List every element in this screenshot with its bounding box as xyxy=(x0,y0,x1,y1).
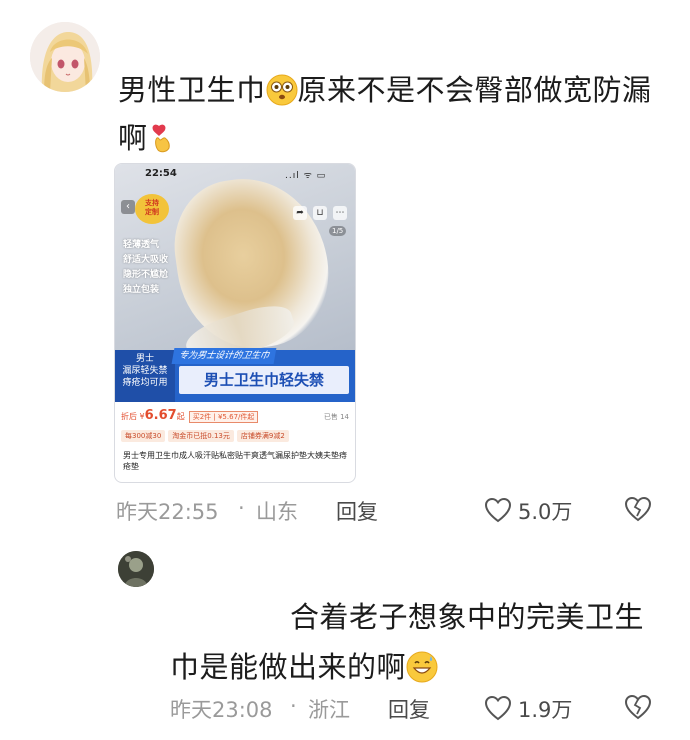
broken-heart-icon xyxy=(624,694,652,720)
dark-photo-avatar-icon xyxy=(118,551,154,587)
badge-line2: 定制 xyxy=(145,208,159,216)
dislike-button[interactable] xyxy=(624,694,654,722)
back-arrow-icon: ‹ xyxy=(121,200,135,214)
heart-outline-icon xyxy=(484,695,512,721)
product-top-icons: ➦ ⊔ ⋯ xyxy=(287,200,347,220)
price-promo: 买2件 | ¥5.67/件起 xyxy=(188,411,259,423)
like-count: 5.0万 xyxy=(518,500,573,524)
coupon-row: 每300减30 淘金币已抵0.13元 店铺券满9减2 xyxy=(121,430,351,444)
finger-heart-emoji-icon xyxy=(148,120,180,153)
price-row: 折后 ¥6.67起 买2件 | ¥5.67/件起 xyxy=(121,408,349,424)
feature-item: 独立包装 xyxy=(123,285,160,295)
feature-item: 轻薄透气 xyxy=(123,240,160,250)
status-time: 22:54 xyxy=(145,168,177,179)
sold-count: 已售 14 xyxy=(323,413,349,421)
separator-dot: · xyxy=(238,496,245,520)
price-value: 6.67 xyxy=(144,408,177,423)
signal-wifi-battery-icon: ..ıl ᯤ ▭ xyxy=(285,171,327,181)
share-icon: ➦ xyxy=(293,206,307,220)
comment-text: 男性卫生巾 原来不是不会臀部做宽防漏啊 xyxy=(118,66,658,162)
feature-list: 轻薄透气 舒适大吸收 隐形不尴尬 独立包装 xyxy=(123,238,168,298)
comment-text-part1: 男性卫生巾 xyxy=(118,73,266,107)
comment-location: 山东 xyxy=(256,500,298,524)
side-tag: 痔疮均可用 xyxy=(122,378,168,388)
side-tag: 男士 xyxy=(135,354,154,364)
commenter-avatar[interactable] xyxy=(30,22,100,92)
reply-button[interactable]: 回复 xyxy=(388,694,430,724)
coupon: 店铺券满9减2 xyxy=(236,430,289,442)
custom-support-badge: 支持 定制 xyxy=(135,194,169,224)
separator-dot: · xyxy=(290,694,297,718)
comment-text-line2-text: 巾是能做出来的啊 xyxy=(170,650,407,684)
reply-button[interactable]: 回复 xyxy=(336,496,378,526)
price-suffix: 起 xyxy=(176,412,185,421)
product-title: 男士专用卫生巾成人吸汗贴私密贴干爽透气漏尿护垫大姨夫垫痔疮垫 xyxy=(123,451,347,471)
heart-outline-icon xyxy=(484,497,512,523)
like-button[interactable]: 1.9万 xyxy=(484,694,604,724)
dizzy-face-emoji-icon xyxy=(266,72,298,106)
grinning-sweat-emoji-icon xyxy=(406,651,438,683)
promo-side-tags: 男士 漏尿轻失禁 痔疮均可用 xyxy=(115,350,175,402)
badge-line1: 支持 xyxy=(145,199,159,207)
feature-item: 舒适大吸收 xyxy=(123,255,169,265)
product-screenshot-image[interactable]: 22:54 ..ıl ᯤ ▭ ‹ 支持 定制 ➦ ⊔ ⋯ 1/5 轻薄透气 舒适大吸… xyxy=(114,163,356,483)
comment-text-line2: 巾是能做出来的啊 xyxy=(170,644,438,686)
more-icon: ⋯ xyxy=(333,206,347,220)
phone-status-bar: 22:54 ..ıl ᯤ ▭ xyxy=(115,164,355,186)
image-pager: 1/5 xyxy=(329,226,347,236)
feature-item: 隐形不尴尬 xyxy=(123,270,169,280)
slogan-big: 男士卫生巾轻失禁 xyxy=(179,366,349,394)
coupon: 每300减30 xyxy=(121,430,166,442)
comment-location: 浙江 xyxy=(308,698,350,722)
side-tag: 漏尿轻失禁 xyxy=(122,366,168,376)
dislike-button[interactable] xyxy=(624,496,654,524)
broken-heart-icon xyxy=(624,496,652,522)
coupon: 淘金币已抵0.13元 xyxy=(168,430,234,442)
like-count: 1.9万 xyxy=(518,698,573,722)
slogan-small: 专为男士设计的卫生巾 xyxy=(171,348,277,364)
like-button[interactable]: 5.0万 xyxy=(484,496,604,526)
comment-time: 昨天23:08 xyxy=(170,698,273,722)
cart-icon: ⊔ xyxy=(313,206,327,220)
commenter-avatar[interactable] xyxy=(118,551,154,587)
price-prefix: 折后 ¥ xyxy=(121,412,145,421)
anime-girl-avatar-icon xyxy=(30,22,100,92)
comment-time: 昨天22:55 xyxy=(116,500,219,524)
comment-text-line1: 合着老子想象中的完美卫生 xyxy=(290,600,645,634)
